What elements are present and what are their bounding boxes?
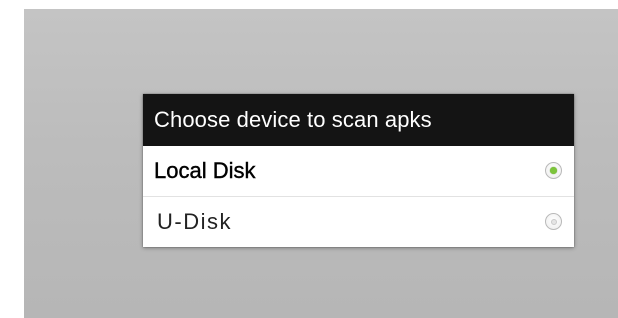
option-label: U-Disk [157,209,232,234]
option-local-disk[interactable]: Local Disk [143,146,574,196]
screen-backdrop: Choose device to scan apks Local Disk U-… [24,9,618,318]
radio-dot [550,218,557,225]
dialog-title: Choose device to scan apks [143,94,574,146]
choose-device-dialog: Choose device to scan apks Local Disk U-… [143,94,574,247]
radio-checked-icon[interactable] [545,162,562,179]
radio-dot [550,167,557,174]
radio-unchecked-icon[interactable] [545,213,562,230]
option-u-disk[interactable]: U-Disk [143,196,574,247]
option-label: Local Disk [154,158,256,183]
